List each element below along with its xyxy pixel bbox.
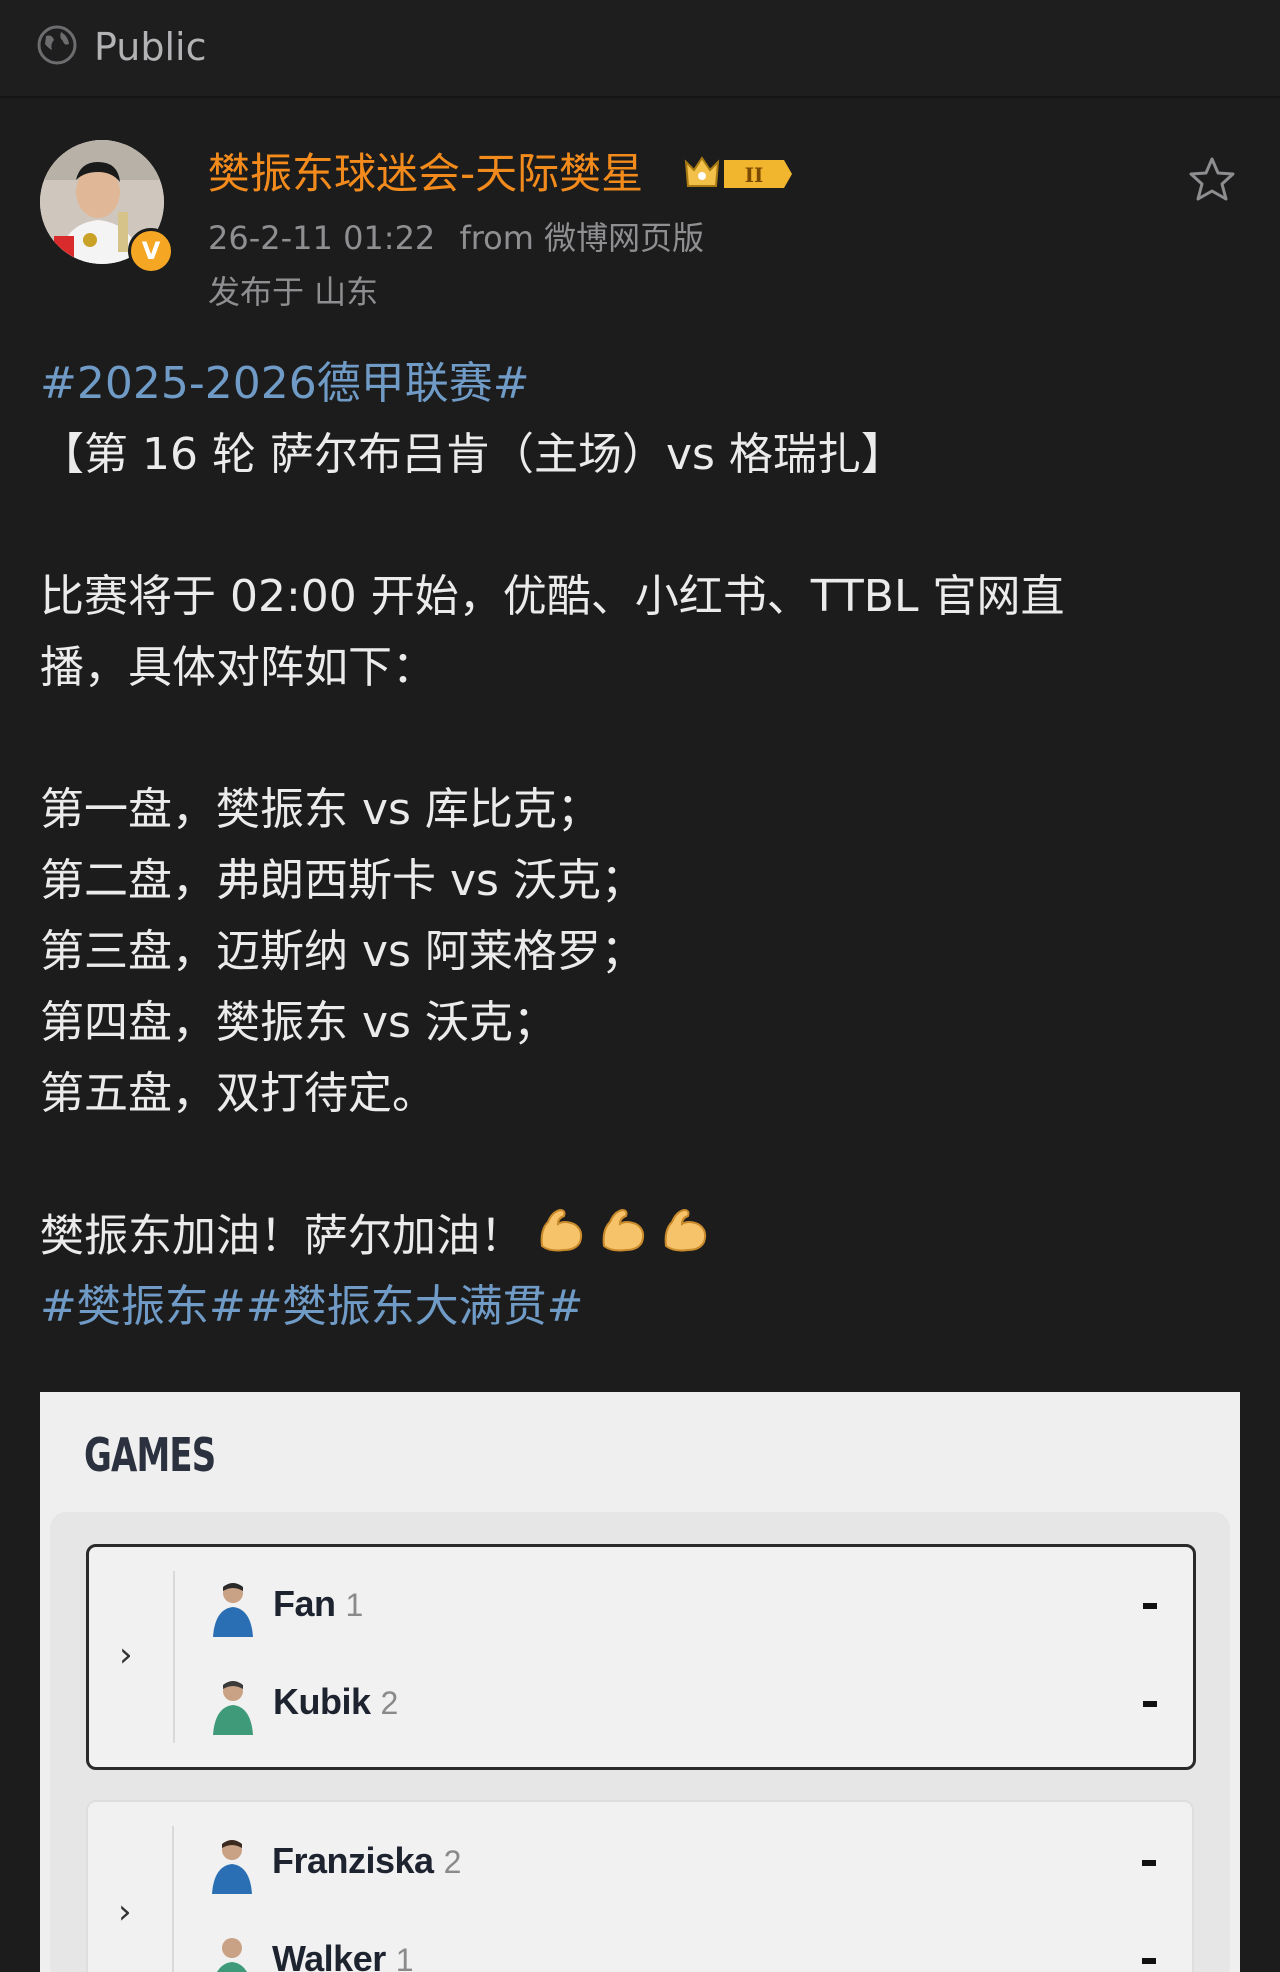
match-card[interactable]: › Franziska 2 Walker 1 — [86, 1800, 1194, 1972]
player-name: Franziska 2 — [272, 1840, 461, 1881]
match-line: 第二盘，弗朗西斯卡 vs 沃克； — [40, 855, 645, 906]
flexed-biceps-icon — [540, 1208, 583, 1252]
player-score — [1142, 1860, 1156, 1866]
post-intro-line: 比赛将于 02:00 开始，优酷、小红书、TTBL 官网直 — [40, 571, 1065, 622]
player-row: Fan 1 — [209, 1577, 1169, 1637]
player-score — [1143, 1603, 1157, 1609]
chevron-right-icon[interactable]: › — [118, 1894, 148, 1930]
player-row: Walker 1 — [208, 1932, 1168, 1972]
timestamp: 26-2-11 01:22 — [208, 219, 436, 257]
match-line: 第四盘，樊振东 vs 沃克； — [40, 997, 557, 1048]
match-card[interactable]: › Fan 1 Kubik 2 — [86, 1544, 1196, 1770]
post-body: #2025-2026德甲联赛# 【第 16 轮 萨尔布吕肯（主场）vs 格瑞扎】… — [40, 348, 1240, 1342]
player-name: Fan 1 — [273, 1583, 363, 1624]
games-title: GAMES — [84, 1428, 216, 1482]
player-avatar — [213, 1681, 253, 1735]
hashtag-link[interactable]: #2025-2026德甲联赛# — [40, 348, 1240, 419]
visibility-bar: Public — [0, 0, 1280, 98]
player-avatar — [217, 1938, 247, 1972]
player-score — [1143, 1701, 1157, 1707]
globe-icon — [37, 25, 77, 65]
match-line: 第一盘，樊振东 vs 库比克； — [40, 784, 601, 835]
post-location: 发布于 山东 — [208, 273, 379, 311]
username[interactable]: 樊振东球迷会-天际樊星 — [208, 146, 643, 202]
flexed-biceps-icon — [664, 1208, 707, 1252]
player-name: Walker 1 — [272, 1938, 414, 1972]
post-intro-line: 播，具体对阵如下： — [40, 642, 436, 693]
emoji-group — [534, 1200, 720, 1277]
star-favorite-icon[interactable] — [1186, 154, 1238, 206]
player-row: Kubik 2 — [209, 1675, 1169, 1735]
cheer-text: 樊振东加油！萨尔加油！ — [40, 1210, 524, 1262]
fan-level-badge-icon: II — [684, 156, 792, 188]
player-name: Kubik 2 — [273, 1681, 398, 1722]
games-image[interactable]: GAMES › Fan 1 Kubik 2 › Franziska 2 Walk… — [40, 1392, 1240, 1972]
match-line: 第五盘，双打待定。 — [40, 1068, 436, 1119]
player-score — [1142, 1958, 1156, 1964]
verified-badge-icon: V — [128, 228, 174, 274]
player-row: Franziska 2 — [208, 1834, 1168, 1894]
chevron-right-icon[interactable]: › — [119, 1637, 149, 1673]
match-line: 第三盘，迈斯纳 vs 阿莱格罗； — [40, 926, 645, 977]
games-list: › Fan 1 Kubik 2 › Franziska 2 Walker 1 — [50, 1512, 1230, 1972]
weibo-post: V 樊振东球迷会-天际樊星 II 26-2-11 01:22 from 微博网页… — [0, 98, 1280, 1972]
hashtag-link[interactable]: #樊振东##樊振东大满贯# — [40, 1271, 1240, 1342]
post-source: from 微博网页版 — [459, 219, 705, 257]
cheer-line: 樊振东加油！萨尔加油！ — [40, 1200, 1240, 1271]
svg-text:II: II — [745, 163, 764, 187]
player-avatar — [213, 1583, 253, 1637]
flexed-biceps-icon — [602, 1208, 645, 1252]
post-meta: 26-2-11 01:22 from 微博网页版 — [208, 216, 704, 260]
player-avatar — [212, 1840, 252, 1894]
post-title: 【第 16 轮 萨尔布吕肯（主场）vs 格瑞扎】 — [40, 429, 905, 480]
visibility-label: Public — [94, 25, 207, 69]
